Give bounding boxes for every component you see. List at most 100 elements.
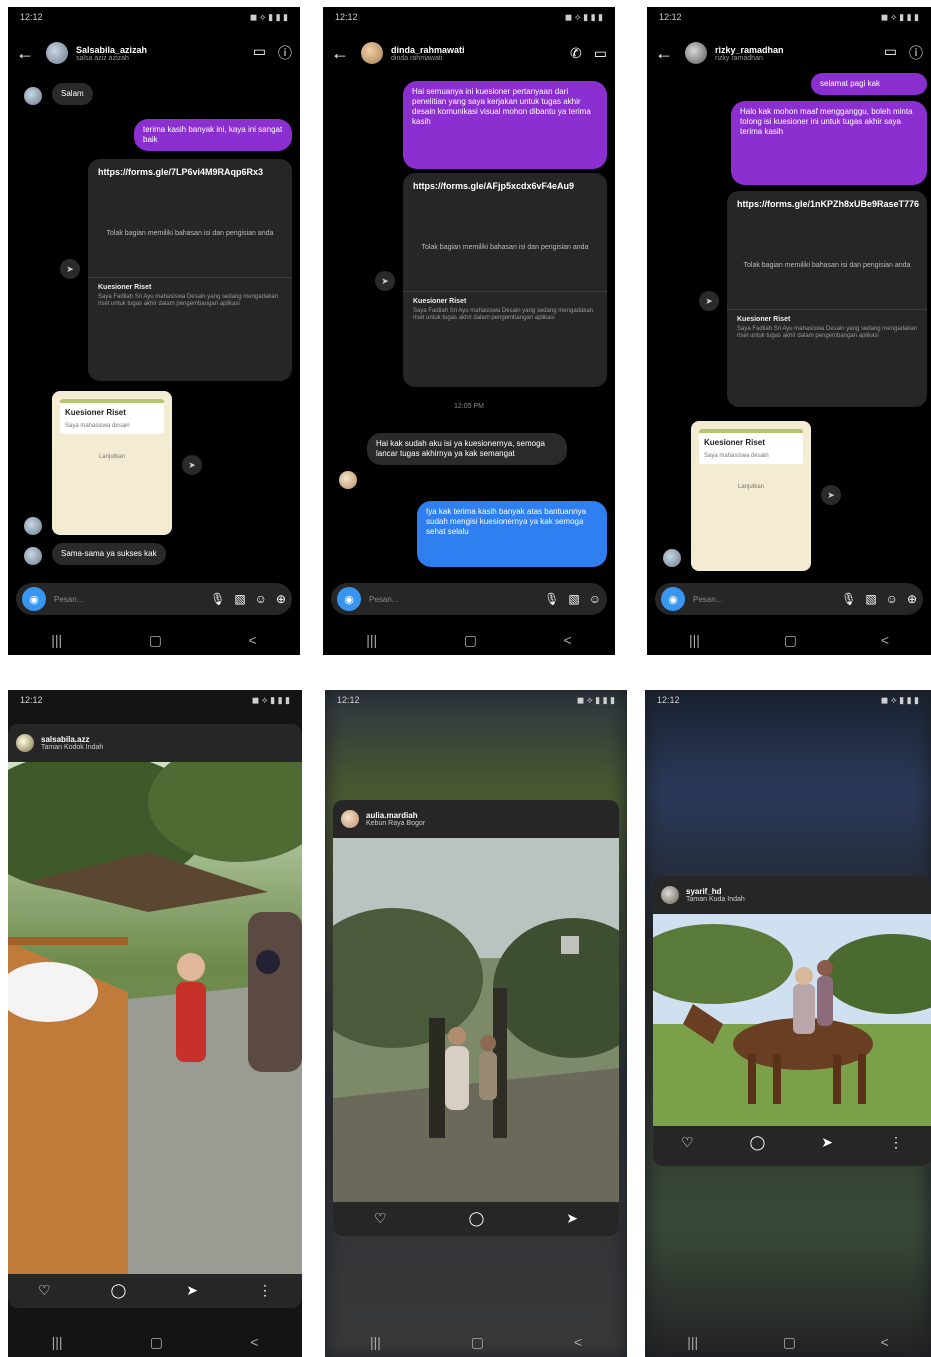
comment-icon[interactable]: ◯ [111, 1282, 127, 1299]
more-icon[interactable]: ⋮ [258, 1282, 272, 1299]
link-preview-card[interactable]: https://forms.gle/AFjp5xcdx6vF4eAu9 Tola… [403, 173, 607, 387]
share-icon[interactable]: ➤ [699, 291, 719, 311]
message-input[interactable]: Pesan... [369, 595, 536, 604]
recent-apps-icon[interactable]: ||| [366, 632, 377, 648]
post-username[interactable]: salsabila.azz [41, 735, 103, 744]
comment-icon[interactable]: ◯ [750, 1134, 766, 1151]
message-list[interactable]: Hai semuanya ini kuesioner pertanyaan da… [323, 77, 615, 585]
sticker-icon[interactable]: ☺ [886, 592, 898, 606]
nav-back-icon[interactable]: < [250, 1334, 258, 1350]
post-location[interactable]: Taman Kuda Indah [686, 896, 745, 903]
heart-icon[interactable]: ♡ [681, 1134, 694, 1151]
nav-back-icon[interactable]: < [881, 1334, 889, 1350]
post-preview-card[interactable]: salsabila.azz Taman Kodok Indah ♡ ◯ ➤ ⋮ [8, 724, 302, 1308]
post-location[interactable]: Kebun Raya Bogor [366, 820, 425, 827]
post-preview-card[interactable]: aulia.mardiah Kebun Raya Bogor ♡ ◯ ➤ [333, 800, 619, 1236]
send-icon[interactable]: ➤ [821, 1134, 833, 1151]
post-location[interactable]: Taman Kodok Indah [41, 744, 103, 751]
nav-back-icon[interactable]: < [574, 1334, 582, 1350]
mic-icon[interactable]: 🎙 [544, 592, 559, 606]
outgoing-message[interactable]: terima kasih banyak ini, kaya ini sangat… [134, 119, 292, 151]
back-arrow-icon[interactable]: ← [655, 43, 677, 64]
message-list[interactable]: selamat pagi kak Halo kak mohon maaf men… [647, 73, 931, 585]
home-icon[interactable]: ▢ [464, 632, 477, 649]
comment-icon[interactable]: ◯ [469, 1210, 485, 1227]
outgoing-message[interactable]: selamat pagi kak [811, 73, 927, 95]
outgoing-message[interactable]: Hai semuanya ini kuesioner pertanyaan da… [403, 81, 607, 169]
contact-name[interactable]: Salsabila_azizah [76, 45, 245, 55]
send-icon[interactable]: ➤ [186, 1282, 198, 1299]
link-preview-card[interactable]: https://forms.gle/7LP6vi4M9RAqp6Rx3 Tola… [88, 159, 292, 381]
video-call-icon[interactable]: ▭ [253, 43, 266, 63]
sticker-icon[interactable]: ☺ [255, 592, 267, 606]
share-icon[interactable]: ➤ [375, 271, 395, 291]
recent-apps-icon[interactable]: ||| [52, 1334, 63, 1350]
nav-back-icon[interactable]: < [249, 632, 257, 648]
heart-icon[interactable]: ♡ [38, 1282, 51, 1299]
post-preview-card[interactable]: syarif_hd Taman Kuda Indah ♡ ◯ ➤ ⋮ [653, 876, 931, 1166]
avatar[interactable] [341, 810, 359, 828]
recent-apps-icon[interactable]: ||| [687, 1334, 698, 1350]
camera-icon[interactable]: ◉ [22, 587, 46, 611]
more-icon[interactable]: ⋮ [889, 1134, 903, 1151]
share-icon[interactable]: ➤ [182, 455, 202, 475]
incoming-message[interactable]: Salam [52, 83, 93, 105]
home-icon[interactable]: ▢ [784, 632, 797, 649]
camera-icon[interactable]: ◉ [337, 587, 361, 611]
link-url[interactable]: https://forms.gle/1nKPZh8xUBe9RaseT776 [737, 199, 919, 210]
avatar[interactable] [16, 734, 34, 752]
outgoing-message[interactable]: Iya kak terima kasih banyak atas bantuan… [417, 501, 607, 567]
phone-icon[interactable]: ✆ [570, 45, 582, 62]
sender-avatar [24, 517, 42, 535]
form-preview-card[interactable]: Kuesioner Riset Saya mahasiswa desain La… [691, 421, 811, 571]
message-input[interactable]: Pesan... [693, 595, 833, 604]
link-url[interactable]: https://forms.gle/7LP6vi4M9RAqp6Rx3 [98, 167, 282, 178]
home-icon[interactable]: ▢ [783, 1334, 796, 1351]
status-time: 12:12 [20, 695, 43, 705]
video-call-icon[interactable]: ▭ [884, 43, 897, 63]
video-call-icon[interactable]: ▭ [594, 45, 607, 62]
plus-icon[interactable]: ⊕ [907, 592, 917, 606]
park-photo [8, 762, 302, 1274]
recent-apps-icon[interactable]: ||| [689, 632, 700, 648]
share-icon[interactable]: ➤ [821, 485, 841, 505]
gallery-icon[interactable]: ▧ [865, 592, 876, 606]
mic-icon[interactable]: 🎙 [841, 592, 856, 606]
home-icon[interactable]: ▢ [471, 1334, 484, 1351]
incoming-message[interactable]: Hai kak sudah aku isi ya kuesionernya, s… [367, 433, 567, 465]
avatar[interactable] [46, 42, 68, 64]
home-icon[interactable]: ▢ [150, 1334, 163, 1351]
share-icon[interactable]: ➤ [60, 259, 80, 279]
link-url[interactable]: https://forms.gle/AFjp5xcdx6vF4eAu9 [413, 181, 597, 192]
sticker-icon[interactable]: ☺ [589, 592, 601, 606]
nav-back-icon[interactable]: < [564, 632, 572, 648]
heart-icon[interactable]: ♡ [374, 1210, 387, 1227]
nav-back-icon[interactable]: < [881, 632, 889, 648]
avatar[interactable] [685, 42, 707, 64]
post-username[interactable]: syarif_hd [686, 887, 745, 896]
avatar[interactable] [661, 886, 679, 904]
back-arrow-icon[interactable]: ← [331, 43, 353, 64]
link-preview-card[interactable]: https://forms.gle/1nKPZh8xUBe9RaseT776 T… [727, 191, 927, 407]
home-icon[interactable]: ▢ [149, 632, 162, 649]
message-list[interactable]: Salam terima kasih banyak ini, kaya ini … [8, 77, 300, 585]
outgoing-message[interactable]: Halo kak mohon maaf mengganggu, boleh mi… [731, 101, 927, 185]
form-preview-card[interactable]: Kuesioner Riset Saya mahasiswa desain La… [52, 391, 172, 535]
info-icon[interactable]: ⓘ [909, 43, 923, 63]
contact-name[interactable]: dinda_rahmawati [391, 45, 562, 55]
camera-icon[interactable]: ◉ [661, 587, 685, 611]
send-icon[interactable]: ➤ [566, 1210, 578, 1227]
recent-apps-icon[interactable]: ||| [370, 1334, 381, 1350]
message-input[interactable]: Pesan... [54, 595, 202, 604]
avatar[interactable] [361, 42, 383, 64]
contact-name[interactable]: rizky_ramadhan [715, 45, 876, 55]
back-arrow-icon[interactable]: ← [16, 43, 38, 64]
recent-apps-icon[interactable]: ||| [51, 632, 62, 648]
post-username[interactable]: aulia.mardiah [366, 811, 425, 820]
mic-icon[interactable]: 🎙 [210, 592, 225, 606]
incoming-message[interactable]: Sama-sama ya sukses kak [52, 543, 166, 565]
plus-icon[interactable]: ⊕ [276, 592, 286, 606]
info-icon[interactable]: ⓘ [278, 43, 292, 63]
gallery-icon[interactable]: ▧ [234, 592, 245, 606]
gallery-icon[interactable]: ▧ [568, 592, 579, 606]
